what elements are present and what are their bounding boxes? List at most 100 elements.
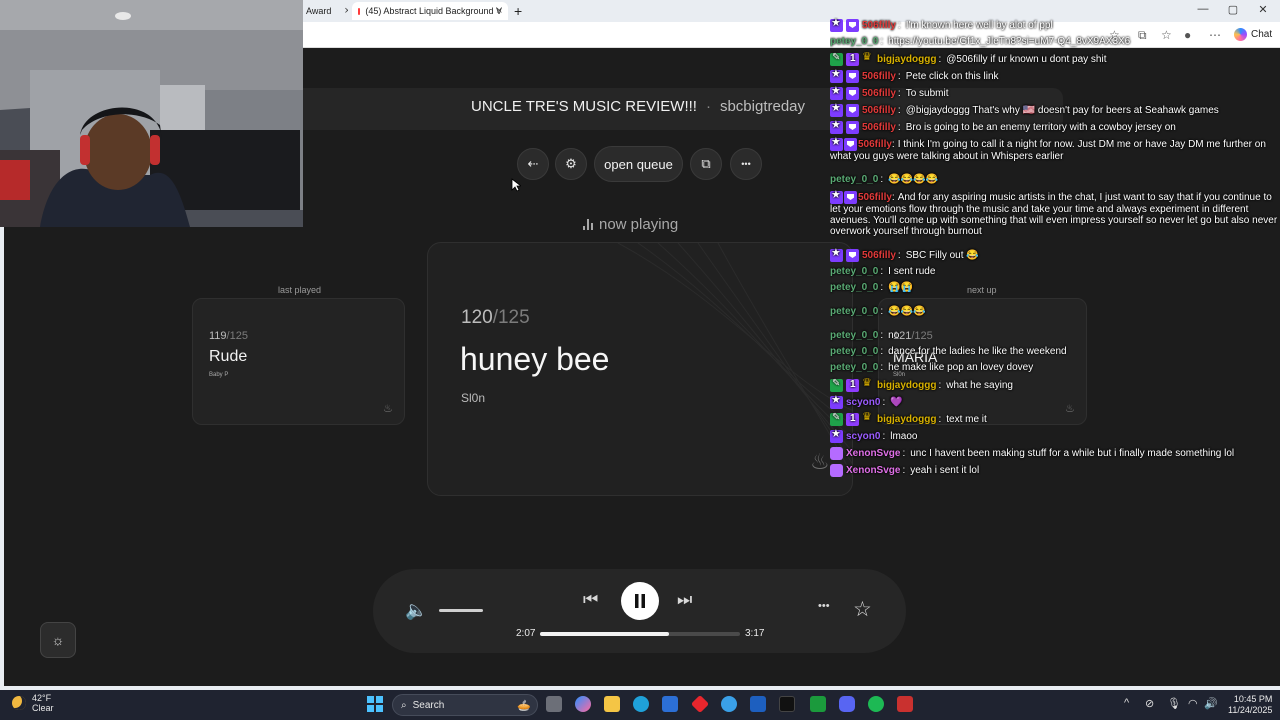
chat-username[interactable]: petey_0_0 — [830, 330, 878, 341]
wifi-icon[interactable]: ◠ — [1188, 697, 1198, 710]
volume-button[interactable]: 🔈 — [405, 600, 427, 621]
settings-button[interactable]: ⚙ — [555, 148, 587, 180]
chat-text: dance for the ladies he like the weekend — [888, 346, 1067, 357]
chat-username[interactable]: bigjaydoggg — [877, 54, 936, 65]
speaker-icon[interactable]: 🔊 — [1204, 697, 1218, 710]
chat-username[interactable]: petey_0_0 — [830, 266, 878, 277]
chat-message: bigjaydoggg: what he saying — [830, 378, 1013, 392]
chrome-like-icon[interactable] — [721, 696, 737, 712]
chat-username[interactable]: 506filly — [858, 139, 892, 150]
favorite-button[interactable]: ☆ — [853, 597, 872, 622]
taskbar-clock[interactable]: 10:45 PM 11/24/2025 — [1228, 694, 1272, 716]
chat-colon: : — [897, 250, 901, 261]
chat-colon: : — [897, 105, 901, 116]
chat-colon: : — [938, 414, 942, 425]
chat-username[interactable]: scyon0 — [846, 397, 880, 408]
last-played-card[interactable]: 119/125 Rude Baby P ♨ — [192, 298, 405, 425]
store-icon[interactable] — [662, 696, 678, 712]
flame-icon: ♨ — [383, 403, 393, 415]
progress-bar[interactable] — [540, 632, 740, 636]
tab-label: (45) Abstract Liquid Background V — [365, 6, 502, 16]
chat-username[interactable]: bigjaydoggg — [877, 414, 936, 425]
close-window-button[interactable]: ✕ — [1248, 3, 1278, 16]
star-badge-icon — [830, 248, 843, 262]
previous-button[interactable]: ⏮ — [583, 590, 598, 610]
chat-username[interactable]: scyon0 — [846, 431, 880, 442]
chat-username[interactable]: 506filly — [862, 20, 896, 31]
share-button[interactable]: ⧉ — [690, 148, 722, 180]
file-explorer-icon[interactable] — [604, 696, 620, 712]
weather-temp: 42°F — [32, 693, 52, 703]
taskbar-search[interactable]: ⌕ Search 🥧 — [392, 694, 538, 716]
chat-message: bigjaydoggg: text me it — [830, 412, 987, 426]
chat-username[interactable]: petey_0_0 — [830, 36, 878, 47]
minimize-button[interactable]: — — [1188, 3, 1218, 15]
track-total: /125 — [492, 307, 530, 328]
chat-username[interactable]: petey_0_0 — [830, 282, 878, 293]
tab-label: Award — [306, 6, 332, 16]
chat-username[interactable]: petey_0_0 — [830, 174, 878, 185]
weather-widget[interactable]: 42°F Clear — [12, 693, 54, 713]
tab-youtube[interactable]: (45) Abstract Liquid Background V — [352, 2, 508, 20]
tiktok-icon[interactable] — [779, 696, 795, 712]
chat-colon: : — [880, 346, 884, 357]
more-options-button[interactable]: ••• — [730, 148, 762, 180]
clock-time: 10:45 PM — [1233, 694, 1273, 704]
vip-badge-icon — [844, 138, 857, 151]
tab-award[interactable]: Award × — [300, 2, 348, 20]
search-placeholder: Search — [412, 699, 445, 711]
next-button[interactable]: ⏭ — [677, 590, 692, 610]
copilot-app-icon[interactable] — [575, 696, 591, 712]
chat-username[interactable]: 506filly — [862, 122, 896, 133]
tab-close-button[interactable]: × — [496, 2, 510, 20]
microphone-icon[interactable]: 🎙 — [1167, 697, 1181, 710]
chat-text: I sent rude — [888, 266, 936, 277]
elapsed-time: 2:07 — [516, 628, 536, 639]
chat-username[interactable]: petey_0_0 — [830, 346, 878, 357]
chat-text: To submit — [905, 88, 949, 99]
mod-badge-icon — [830, 412, 843, 426]
xbox-icon[interactable] — [810, 696, 826, 712]
volume-slider[interactable] — [439, 609, 483, 612]
tray-app-icon[interactable]: ⊘ — [1145, 697, 1154, 710]
app-recording-icon[interactable] — [897, 696, 913, 712]
chat-username[interactable]: 506filly — [862, 88, 896, 99]
chat-colon: : — [938, 54, 942, 65]
chat-username[interactable]: 506filly — [862, 71, 896, 82]
chat-text: @506filly if ur known u dont pay shit — [946, 54, 1107, 65]
start-button[interactable] — [367, 696, 383, 712]
theme-toggle-button[interactable]: ☼ — [40, 622, 76, 658]
sun-icon: ☼ — [51, 632, 65, 648]
player-more-button[interactable]: ••• — [818, 600, 830, 612]
chat-username[interactable]: petey_0_0 — [830, 362, 878, 373]
chat-username[interactable]: 506filly — [858, 192, 892, 203]
chat-username[interactable]: petey_0_0 — [830, 306, 878, 317]
chat-username[interactable]: bigjaydoggg — [877, 380, 936, 391]
pause-button[interactable] — [621, 582, 659, 620]
maximize-button[interactable]: ▢ — [1218, 3, 1248, 16]
chat-username[interactable]: 506filly — [862, 250, 896, 261]
outlook-icon[interactable] — [750, 696, 766, 712]
search-icon: ⌕ — [401, 699, 407, 711]
chat-colon: : — [897, 71, 901, 82]
new-tab-button[interactable]: + — [512, 2, 528, 20]
tab-close-icon[interactable]: × — [344, 5, 348, 17]
discord-icon[interactable] — [839, 696, 855, 712]
vip-badge-icon — [846, 249, 859, 262]
chat-username[interactable]: XenonSvge — [846, 465, 900, 476]
moon-icon — [12, 696, 26, 710]
chat-message: bigjaydoggg: @506filly if ur known u dont… — [830, 52, 1107, 66]
chat-text: lmaoo — [890, 431, 918, 442]
tray-chevron-icon[interactable]: ^ — [1124, 697, 1129, 709]
chat-username[interactable]: 506filly — [862, 105, 896, 116]
chat-message: 506filly: I'm known here well by alot of … — [830, 18, 1053, 32]
chat-username[interactable]: XenonSvge — [846, 448, 900, 459]
spotify-icon[interactable] — [868, 696, 884, 712]
flame-icon: ♨ — [810, 449, 830, 474]
now-playing-card[interactable]: 120/125 huney bee Sl0n ♨ — [427, 242, 853, 496]
exit-button[interactable]: ⇠ — [517, 148, 549, 180]
edge-icon[interactable] — [633, 696, 649, 712]
task-view-icon[interactable] — [546, 696, 562, 712]
open-queue-button[interactable]: open queue — [594, 146, 683, 182]
star-badge-icon — [830, 120, 843, 134]
